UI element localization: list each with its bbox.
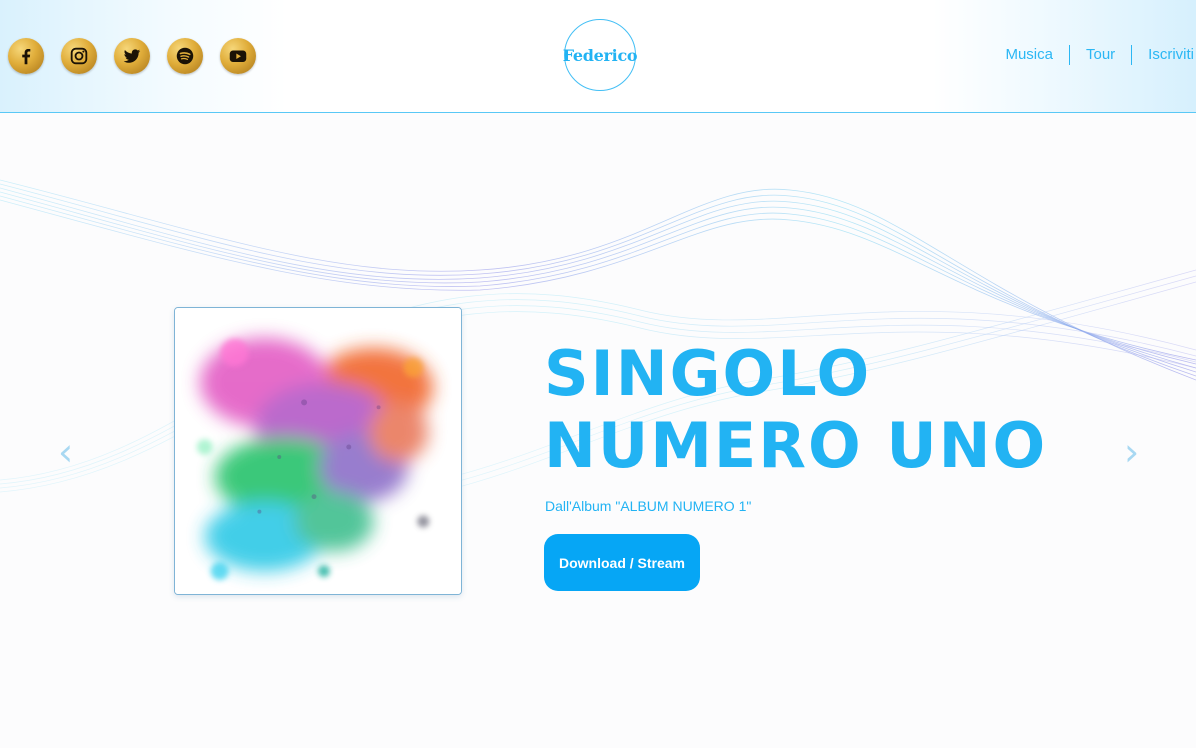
- twitter-icon: [123, 49, 141, 63]
- nav-item-iscriviti[interactable]: Iscriviti: [1132, 45, 1194, 65]
- hero-title-line2: NUMERO UNO: [544, 409, 1048, 482]
- hero-title-line1: SINGOLO: [544, 337, 872, 410]
- main-nav: Musica Tour Iscriviti: [989, 45, 1194, 65]
- logo-text: Federico: [562, 45, 638, 65]
- instagram-icon: [70, 47, 88, 65]
- site-logo[interactable]: Federico: [562, 19, 638, 91]
- nav-item-musica[interactable]: Musica: [989, 45, 1069, 65]
- youtube-link[interactable]: [220, 38, 256, 74]
- carousel-prev-arrow-icon[interactable]: ‹: [58, 432, 73, 472]
- page: Federico Musica Tour Iscriviti SINGOLO N…: [0, 0, 1196, 748]
- hero-subtitle: Dall'Album "ALBUM NUMERO 1": [545, 498, 752, 514]
- spotify-icon: [176, 47, 194, 65]
- nav-item-tour[interactable]: Tour: [1070, 45, 1131, 65]
- watercolor-splash-image: [175, 308, 461, 594]
- instagram-link[interactable]: [61, 38, 97, 74]
- facebook-icon: [22, 48, 31, 65]
- site-header: Federico Musica Tour Iscriviti: [0, 0, 1196, 113]
- twitter-link[interactable]: [114, 38, 150, 74]
- spotify-link[interactable]: [167, 38, 203, 74]
- album-cover[interactable]: [174, 307, 462, 595]
- download-stream-button[interactable]: Download / Stream: [544, 534, 700, 591]
- youtube-icon: [229, 50, 247, 62]
- social-links: [8, 38, 256, 74]
- carousel-next-arrow-icon[interactable]: ›: [1124, 432, 1139, 472]
- hero-title: SINGOLO NUMERO UNO: [544, 338, 1104, 482]
- facebook-link[interactable]: [8, 38, 44, 74]
